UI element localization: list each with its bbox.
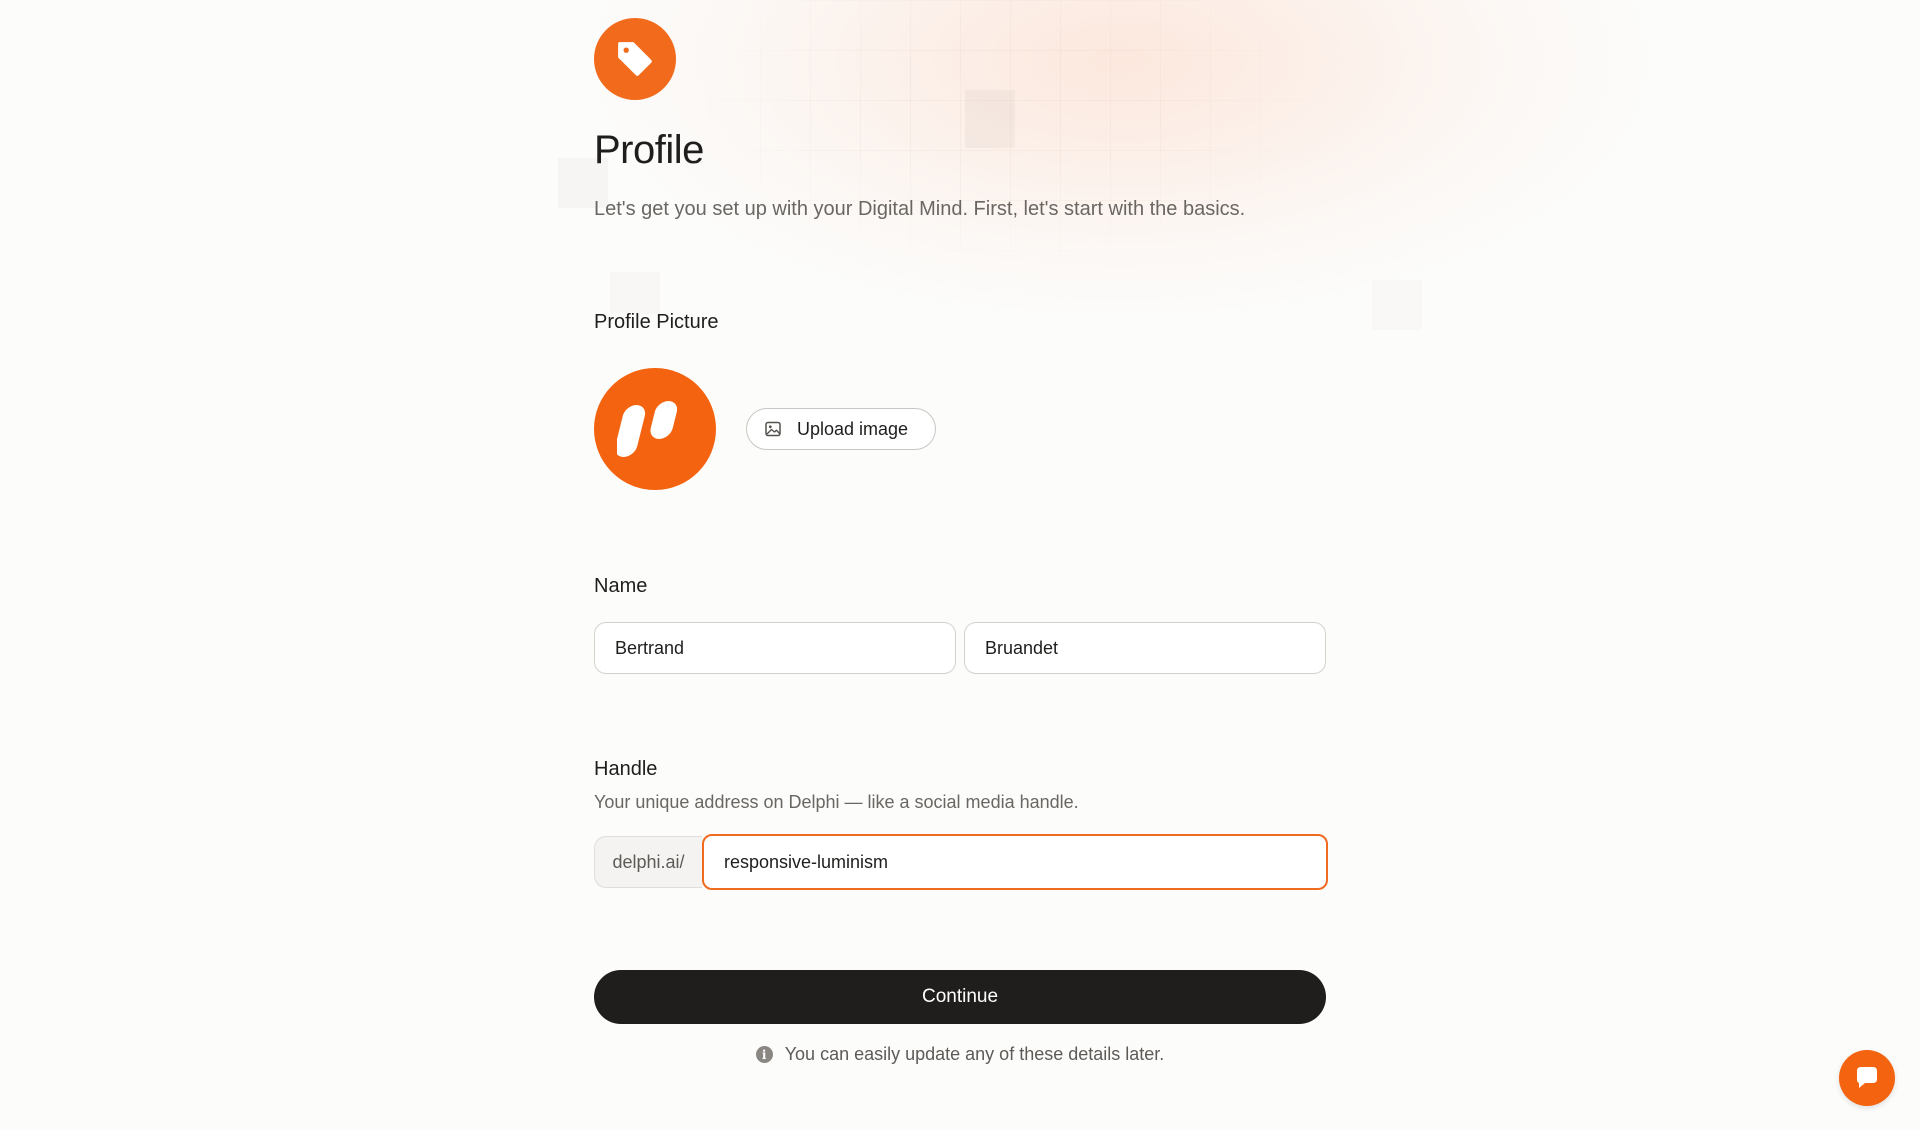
name-label: Name bbox=[594, 575, 648, 597]
continue-button[interactable]: Continue bbox=[594, 970, 1326, 1024]
handle-input[interactable] bbox=[702, 834, 1328, 890]
handle-prefix: delphi.ai/ bbox=[594, 836, 702, 888]
background-glow bbox=[0, 0, 1920, 560]
last-name-field[interactable] bbox=[964, 622, 1326, 674]
page-title: Profile bbox=[594, 128, 704, 172]
image-icon bbox=[765, 421, 781, 437]
tag-icon bbox=[618, 42, 652, 76]
profile-picture-label: Profile Picture bbox=[594, 311, 719, 333]
update-later-note: i You can easily update any of these det… bbox=[594, 1044, 1326, 1065]
delphi-logo bbox=[617, 401, 678, 457]
background-square bbox=[610, 272, 660, 314]
tag-icon-badge bbox=[594, 18, 676, 100]
handle-hint: Your unique address on Delphi — like a s… bbox=[594, 792, 1079, 812]
upload-image-label: Upload image bbox=[797, 418, 909, 439]
chat-button[interactable] bbox=[1839, 1050, 1895, 1106]
info-icon: i bbox=[755, 1046, 773, 1063]
upload-image-button[interactable]: Upload image bbox=[746, 408, 936, 450]
background-square bbox=[965, 90, 1015, 148]
background-square bbox=[1372, 280, 1422, 330]
page-subtitle: Let's get you set up with your Digital M… bbox=[594, 198, 1246, 220]
first-name-field[interactable] bbox=[594, 622, 956, 674]
chat-bubble-icon bbox=[1857, 1067, 1877, 1088]
update-later-text: You can easily update any of these detai… bbox=[784, 1044, 1165, 1064]
handle-label: Handle bbox=[594, 758, 658, 780]
avatar bbox=[594, 368, 716, 490]
